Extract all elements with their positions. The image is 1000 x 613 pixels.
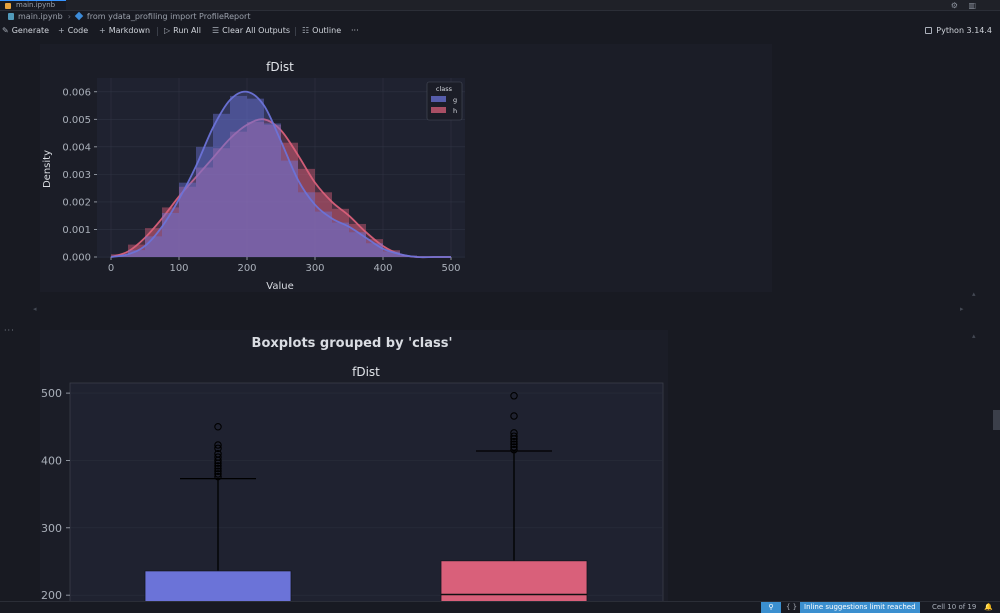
density-x-axis-label: Value <box>266 281 293 292</box>
legend-label-h: h <box>453 107 457 115</box>
boxplot-ticks: 200300400500 <box>41 387 70 602</box>
boxplot-chart: Boxplots grouped by 'class' fDist 200300… <box>41 336 664 612</box>
status-bar: ⚲ { } Inline suggestions limit reached C… <box>0 601 1000 613</box>
x-tick-label: 100 <box>169 263 188 274</box>
legend-swatch-h <box>431 107 446 113</box>
y-tick-label: 0.005 <box>62 115 91 126</box>
y-tick-label: 0.003 <box>62 170 91 181</box>
y-tick-label: 0.000 <box>62 253 91 264</box>
boxplot-title: fDist <box>352 365 380 379</box>
legend-swatch-g <box>431 96 446 102</box>
y-tick-label: 0.002 <box>62 197 91 208</box>
y-tick-label: 0.004 <box>62 142 91 153</box>
density-y-axis-label: Density <box>42 150 53 188</box>
x-tick-label: 300 <box>305 263 324 274</box>
x-tick-label: 0 <box>108 263 114 274</box>
cell-position[interactable]: Cell 10 of 19 <box>932 602 976 612</box>
boxplot-suptitle: Boxplots grouped by 'class' <box>252 336 453 351</box>
density-chart: fDist Value Density 0 100 200 300 400 500 0.00… <box>42 60 465 292</box>
bell-icon[interactable]: 🔔 <box>984 602 993 612</box>
density-chart-title: fDist <box>266 60 294 74</box>
x-tick-label: 500 <box>441 263 460 274</box>
zoom-icon[interactable]: ⚲ <box>761 602 781 613</box>
y-tick-label: 300 <box>41 522 62 535</box>
charts-canvas: fDist Value Density 0 100 200 300 400 500 0.00… <box>41 60 664 612</box>
language-braces[interactable]: { } <box>786 602 797 612</box>
x-tick-label: 400 <box>373 263 392 274</box>
density-legend: class g h <box>426 81 463 121</box>
y-tick-label: 0.001 <box>62 225 91 236</box>
legend-title: class <box>436 85 453 93</box>
y-tick-label: 0.006 <box>62 87 91 98</box>
y-tick-label: 400 <box>41 454 62 467</box>
inline-suggestions-status[interactable]: Inline suggestions limit reached <box>800 602 920 613</box>
x-tick-label: 200 <box>237 263 256 274</box>
legend-label-g: g <box>453 96 457 104</box>
y-tick-label: 500 <box>41 387 62 400</box>
